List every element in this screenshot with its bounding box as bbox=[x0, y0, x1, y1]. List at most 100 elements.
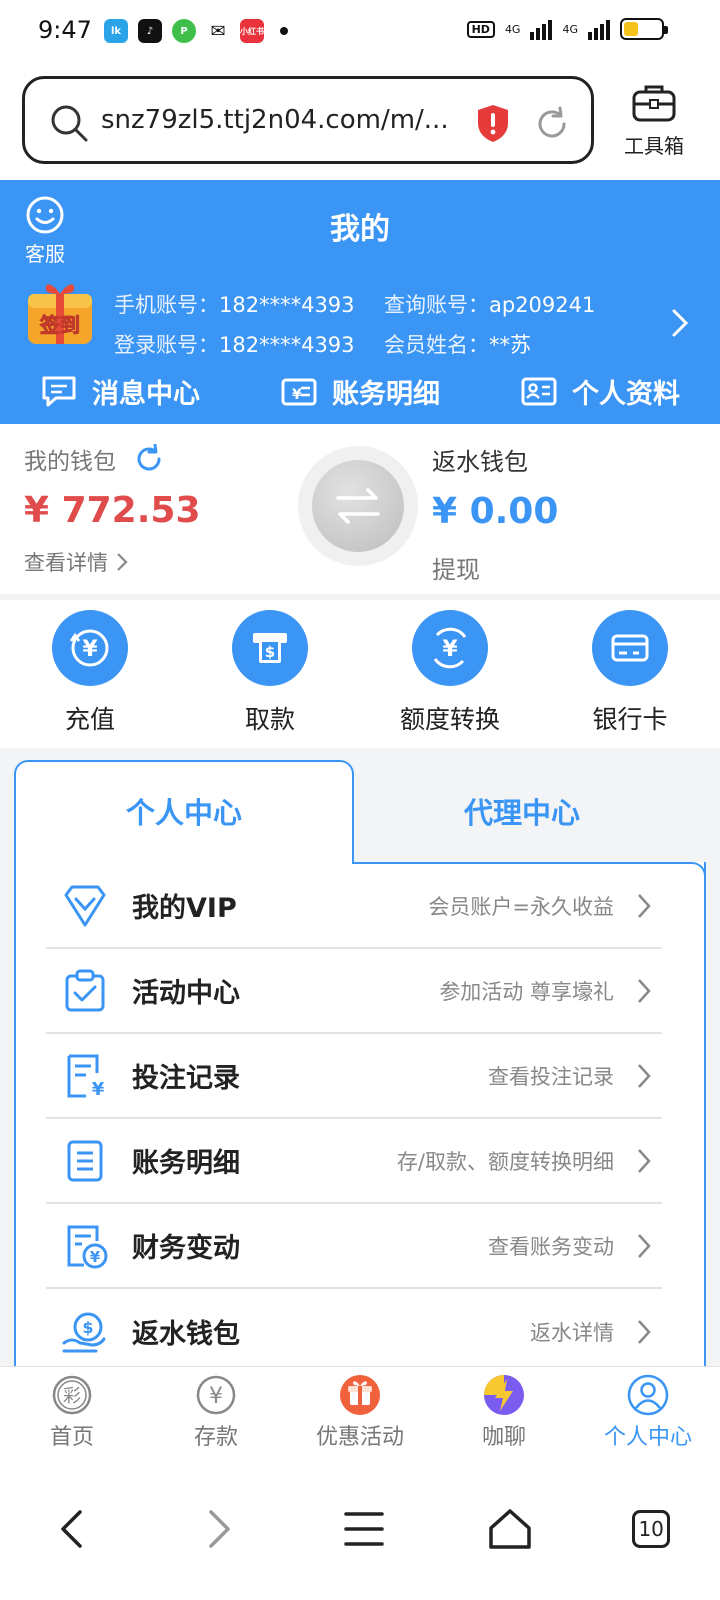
wallet-section: 我的钱包 ¥ 772.53 查看详情 返水钱包 ¥ 0.00 提现 bbox=[0, 424, 720, 594]
rebate-wallet-amount: ¥ 0.00 bbox=[432, 491, 559, 532]
transfer-button[interactable] bbox=[298, 446, 418, 566]
rebate-wallet-icon: $ bbox=[62, 1312, 106, 1352]
toolbox-label: 工具箱 bbox=[624, 134, 684, 158]
system-indicators: HD 4G 4G bbox=[466, 18, 668, 40]
signal-icon-2 bbox=[588, 18, 610, 40]
svg-text:¥: ¥ bbox=[292, 387, 302, 403]
menu-item-account-detail[interactable]: 账务明细 存/取款、额度转换明细 bbox=[46, 1119, 662, 1204]
lightning-icon bbox=[484, 1375, 524, 1415]
battery-level bbox=[624, 22, 639, 36]
menu-item-bet-record[interactable]: ¥ 投注记录 查看投注记录 bbox=[46, 1034, 662, 1119]
notification-icons: lk ♪ P ✉ 小红书 bbox=[104, 19, 288, 43]
chevron-right-icon bbox=[638, 978, 651, 1003]
menu-label: 我的VIP bbox=[132, 893, 237, 924]
vip-diamond-icon bbox=[64, 885, 106, 926]
toolbox-button[interactable]: 工具箱 bbox=[614, 80, 694, 164]
battery-icon bbox=[620, 18, 668, 40]
search-icon bbox=[51, 105, 88, 142]
quick-links: 消息中心 ¥ 账务明细 个人资料 bbox=[0, 366, 720, 416]
chevron-right-icon bbox=[638, 1063, 651, 1088]
bottom-nav: 彩 首页 ¥ 存款 优惠活动 咖聊 个人中心 bbox=[0, 1366, 720, 1458]
menu-label: 账务明细 bbox=[132, 1148, 240, 1179]
menu-item-rebate-wallet[interactable]: $ 返水钱包 返水详情 bbox=[46, 1289, 662, 1374]
nav-home-label: 首页 bbox=[49, 1425, 94, 1450]
menu-label: 财务变动 bbox=[132, 1233, 240, 1264]
address-bar[interactable]: snz79zl5.ttj2n04.com/m/... bbox=[22, 76, 594, 164]
clipboard-check-icon bbox=[65, 969, 105, 1011]
back-icon[interactable] bbox=[50, 1506, 96, 1552]
chevron-right-icon bbox=[638, 1148, 651, 1173]
account-info: 手机账号：182****4393 查询账号：ap209241 登录账号：182*… bbox=[114, 284, 654, 364]
chevron-right-icon[interactable] bbox=[670, 308, 690, 338]
status-bar: 9:47 lk ♪ P ✉ 小红书 HD 4G 4G bbox=[0, 0, 720, 64]
page-title: 我的 bbox=[330, 212, 390, 247]
reload-icon[interactable] bbox=[533, 105, 571, 143]
svg-text:彩: 彩 bbox=[63, 1386, 81, 1407]
bet-record-icon: ¥ bbox=[67, 1054, 105, 1100]
menu-hint: 查看投注记录 bbox=[488, 1064, 614, 1089]
nav-chat[interactable]: 咖聊 bbox=[432, 1367, 576, 1458]
user-icon bbox=[627, 1374, 669, 1416]
menu-hint: 参加活动 尊享壕礼 bbox=[439, 979, 614, 1004]
member-name: 会员姓名：**苏 bbox=[384, 333, 531, 357]
deposit-button[interactable]: ¥ 充值 bbox=[0, 600, 180, 748]
view-detail-label: 查看详情 bbox=[24, 551, 108, 575]
atm-icon: $ bbox=[253, 633, 287, 663]
menu-label: 活动中心 bbox=[132, 978, 240, 1009]
menu-hint: 会员账户=永久收益 bbox=[428, 894, 614, 919]
my-wallet-label: 我的钱包 bbox=[24, 449, 116, 475]
chevron-right-icon bbox=[638, 1319, 651, 1344]
svg-text:$: $ bbox=[82, 1318, 93, 1337]
rebate-wallet: 返水钱包 ¥ 0.00 提现 bbox=[432, 442, 558, 585]
refresh-icon[interactable] bbox=[134, 444, 164, 474]
bill-icon: ¥ bbox=[281, 378, 317, 406]
bank-card-button[interactable]: 银行卡 bbox=[540, 600, 720, 748]
withdraw-action-button[interactable]: $ 取款 bbox=[180, 600, 360, 748]
view-detail-link[interactable]: 查看详情 bbox=[24, 547, 201, 577]
my-wallet-amount: ¥ 772.53 bbox=[24, 490, 201, 531]
menu-hint: 存/取款、额度转换明细 bbox=[396, 1149, 614, 1174]
svg-text:¥: ¥ bbox=[92, 1079, 105, 1100]
withdraw-label: 取款 bbox=[244, 705, 295, 734]
nav-home[interactable]: 彩 首页 bbox=[0, 1367, 144, 1458]
nav-promotions[interactable]: 优惠活动 bbox=[288, 1367, 432, 1458]
nav-deposit[interactable]: ¥ 存款 bbox=[144, 1367, 288, 1458]
menu-icon[interactable] bbox=[341, 1506, 387, 1552]
message-icon bbox=[42, 376, 76, 407]
browser-nav-bar: 10 bbox=[0, 1458, 720, 1600]
home-icon[interactable] bbox=[487, 1506, 533, 1552]
network-4g-label-2: 4G bbox=[562, 22, 578, 36]
transfer-yuan-icon: ¥ bbox=[433, 627, 467, 669]
tab-count-button[interactable]: 10 bbox=[632, 1510, 671, 1548]
menu-item-finance-change[interactable]: ¥ 财务变动 查看账务变动 bbox=[46, 1204, 662, 1289]
forward-icon[interactable] bbox=[195, 1506, 241, 1552]
menu-item-vip[interactable]: 我的VIP 会员账户=永久收益 bbox=[46, 864, 662, 949]
xiaohongshu-icon: 小红书 bbox=[240, 19, 264, 43]
svg-text:¥: ¥ bbox=[442, 637, 458, 662]
tab-personal-center-label[interactable]: 个人中心 bbox=[14, 790, 354, 832]
credit-transfer-button[interactable]: ¥ 额度转换 bbox=[360, 600, 540, 748]
message-center-link[interactable]: 消息中心 bbox=[0, 366, 240, 416]
clock: 9:47 bbox=[38, 16, 92, 44]
login-account: 登录账号：182****4393 bbox=[114, 333, 355, 357]
sign-in-button[interactable]: 签到 bbox=[22, 278, 98, 348]
my-wallet: 我的钱包 ¥ 772.53 查看详情 bbox=[24, 442, 201, 577]
nav-personal-center[interactable]: 个人中心 bbox=[576, 1367, 720, 1458]
url-text[interactable]: snz79zl5.ttj2n04.com/m/... bbox=[101, 105, 449, 135]
sign-in-label: 签到 bbox=[39, 313, 80, 337]
message-center-label: 消息中心 bbox=[92, 378, 200, 410]
tab-agent-center[interactable]: 代理中心 bbox=[352, 790, 692, 832]
nav-promotions-label: 优惠活动 bbox=[315, 1425, 404, 1450]
svg-text:¥: ¥ bbox=[209, 1384, 223, 1409]
profile-link[interactable]: 个人资料 bbox=[480, 366, 720, 416]
withdraw-button[interactable]: 提现 bbox=[432, 550, 558, 585]
lk-app-icon: lk bbox=[104, 19, 128, 43]
security-warning-icon[interactable] bbox=[475, 103, 511, 143]
svg-text:¥: ¥ bbox=[90, 1248, 101, 1266]
more-notifications-dot bbox=[280, 27, 288, 35]
id-card-icon bbox=[521, 377, 557, 406]
network-4g-label: 4G bbox=[504, 22, 521, 36]
menu-item-activity[interactable]: 活动中心 参加活动 尊享壕礼 bbox=[46, 949, 662, 1034]
chevron-right-icon bbox=[117, 553, 128, 571]
account-detail-link[interactable]: ¥ 账务明细 bbox=[240, 366, 480, 416]
